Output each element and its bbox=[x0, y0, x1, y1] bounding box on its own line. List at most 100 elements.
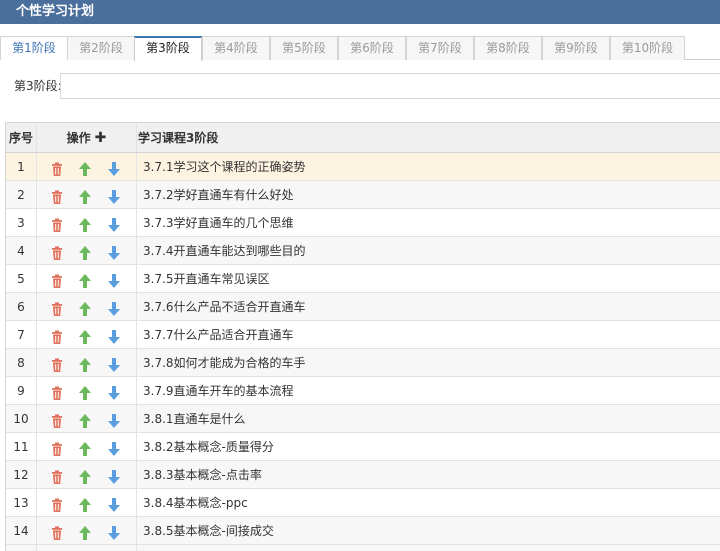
row-ops bbox=[37, 489, 137, 516]
course-grid: 序号 操作 ✚ 学习课程3阶段 1 3.7.1学习这个课程的正确姿势 2 3.7.2学好… bbox=[5, 122, 720, 551]
arrow-up-icon[interactable] bbox=[77, 187, 93, 204]
arrow-down-icon[interactable] bbox=[106, 215, 122, 232]
trash-icon[interactable] bbox=[49, 523, 65, 540]
arrow-up-icon[interactable] bbox=[77, 411, 93, 428]
tab-stage-10[interactable]: 第10阶段 bbox=[610, 36, 685, 60]
row-course-title: 3.8.1直通车是什么 bbox=[143, 412, 246, 426]
row-ops bbox=[37, 545, 137, 551]
arrow-up-icon[interactable] bbox=[77, 159, 93, 176]
arrow-down-icon[interactable] bbox=[106, 243, 122, 260]
trash-icon[interactable] bbox=[49, 355, 65, 372]
row-index: 14 bbox=[6, 517, 37, 544]
row-ops bbox=[37, 265, 137, 292]
tab-stage-4[interactable]: 第4阶段 bbox=[202, 36, 270, 60]
row-ops bbox=[37, 209, 137, 236]
arrow-down-icon[interactable] bbox=[106, 495, 122, 512]
row-course-title: 3.7.8如何才能成为合格的车手 bbox=[143, 356, 306, 370]
table-row[interactable]: 4 3.7.4开直通车能达到哪些目的 bbox=[6, 237, 720, 265]
plus-icon[interactable]: ✚ bbox=[95, 123, 107, 153]
table-row-empty bbox=[6, 545, 720, 551]
arrow-up-icon[interactable] bbox=[77, 523, 93, 540]
row-course-title: 3.7.6什么产品不适合开直通车 bbox=[143, 300, 306, 314]
arrow-up-icon[interactable] bbox=[77, 271, 93, 288]
trash-icon[interactable] bbox=[49, 215, 65, 232]
row-index: 3 bbox=[6, 209, 37, 236]
stage-name-input[interactable] bbox=[60, 73, 720, 99]
tab-stage-8[interactable]: 第8阶段 bbox=[474, 36, 542, 60]
arrow-up-icon[interactable] bbox=[77, 215, 93, 232]
trash-icon[interactable] bbox=[49, 383, 65, 400]
tab-stage-5[interactable]: 第5阶段 bbox=[270, 36, 338, 60]
trash-icon[interactable] bbox=[49, 159, 65, 176]
header-ops-label: 操作 bbox=[66, 131, 91, 145]
arrow-down-icon[interactable] bbox=[106, 299, 122, 316]
row-ops bbox=[37, 517, 137, 544]
row-course-title: 3.7.7什么产品适合开直通车 bbox=[143, 328, 294, 342]
table-row[interactable]: 7 3.7.7什么产品适合开直通车 bbox=[6, 321, 720, 349]
table-row[interactable]: 5 3.7.5开直通车常见误区 bbox=[6, 265, 720, 293]
trash-icon[interactable] bbox=[49, 495, 65, 512]
row-course-title: 3.8.5基本概念-间接成交 bbox=[143, 524, 274, 538]
trash-icon[interactable] bbox=[49, 299, 65, 316]
tab-stage-2[interactable]: 第2阶段 bbox=[67, 36, 135, 60]
trash-icon[interactable] bbox=[49, 187, 65, 204]
stage-name-label: 第3阶段: bbox=[14, 79, 62, 93]
table-row[interactable]: 13 3.8.4基本概念-ppc bbox=[6, 489, 720, 517]
row-course-title: 3.7.2学好直通车有什么好处 bbox=[143, 188, 294, 202]
table-row[interactable]: 8 3.7.8如何才能成为合格的车手 bbox=[6, 349, 720, 377]
arrow-down-icon[interactable] bbox=[106, 523, 122, 540]
table-row[interactable]: 9 3.7.9直通车开车的基本流程 bbox=[6, 377, 720, 405]
table-row[interactable]: 14 3.8.5基本概念-间接成交 bbox=[6, 517, 720, 545]
arrow-up-icon[interactable] bbox=[77, 467, 93, 484]
trash-icon[interactable] bbox=[49, 467, 65, 484]
table-row[interactable]: 6 3.7.6什么产品不适合开直通车 bbox=[6, 293, 720, 321]
row-course-title: 3.8.3基本概念-点击率 bbox=[143, 468, 262, 482]
row-ops bbox=[37, 153, 137, 180]
table-row[interactable]: 2 3.7.2学好直通车有什么好处 bbox=[6, 181, 720, 209]
row-ops bbox=[37, 321, 137, 348]
row-ops bbox=[37, 405, 137, 432]
tab-stage-6[interactable]: 第6阶段 bbox=[338, 36, 406, 60]
tab-stage-1[interactable]: 第1阶段 bbox=[0, 36, 68, 60]
row-ops bbox=[37, 349, 137, 376]
row-index: 12 bbox=[6, 461, 37, 488]
arrow-down-icon[interactable] bbox=[106, 383, 122, 400]
arrow-down-icon[interactable] bbox=[106, 327, 122, 344]
arrow-down-icon[interactable] bbox=[106, 355, 122, 372]
trash-icon[interactable] bbox=[49, 439, 65, 456]
row-index bbox=[6, 545, 37, 551]
arrow-down-icon[interactable] bbox=[106, 439, 122, 456]
arrow-down-icon[interactable] bbox=[106, 467, 122, 484]
arrow-up-icon[interactable] bbox=[77, 299, 93, 316]
table-row[interactable]: 12 3.8.3基本概念-点击率 bbox=[6, 461, 720, 489]
arrow-down-icon[interactable] bbox=[106, 411, 122, 428]
trash-icon[interactable] bbox=[49, 271, 65, 288]
arrow-up-icon[interactable] bbox=[77, 243, 93, 260]
arrow-up-icon[interactable] bbox=[77, 495, 93, 512]
trash-icon[interactable] bbox=[49, 327, 65, 344]
trash-icon[interactable] bbox=[49, 243, 65, 260]
grid-header-row: 序号 操作 ✚ 学习课程3阶段 bbox=[6, 123, 720, 153]
trash-icon[interactable] bbox=[49, 411, 65, 428]
table-row[interactable]: 1 3.7.1学习这个课程的正确姿势 bbox=[6, 153, 720, 181]
row-index: 7 bbox=[6, 321, 37, 348]
arrow-up-icon[interactable] bbox=[77, 327, 93, 344]
tab-stage-7[interactable]: 第7阶段 bbox=[406, 36, 474, 60]
row-ops bbox=[37, 237, 137, 264]
row-index: 2 bbox=[6, 181, 37, 208]
arrow-down-icon[interactable] bbox=[106, 187, 122, 204]
row-index: 5 bbox=[6, 265, 37, 292]
arrow-up-icon[interactable] bbox=[77, 355, 93, 372]
tab-stage-3[interactable]: 第3阶段 bbox=[134, 36, 202, 61]
arrow-up-icon[interactable] bbox=[77, 383, 93, 400]
row-course-title: 3.7.9直通车开车的基本流程 bbox=[143, 384, 294, 398]
table-row[interactable]: 10 3.8.1直通车是什么 bbox=[6, 405, 720, 433]
table-row[interactable]: 11 3.8.2基本概念-质量得分 bbox=[6, 433, 720, 461]
arrow-down-icon[interactable] bbox=[106, 271, 122, 288]
arrow-up-icon[interactable] bbox=[77, 439, 93, 456]
arrow-down-icon[interactable] bbox=[106, 159, 122, 176]
tab-stage-9[interactable]: 第9阶段 bbox=[542, 36, 610, 60]
table-row[interactable]: 3 3.7.3学好直通车的几个思维 bbox=[6, 209, 720, 237]
row-course-title: 3.7.4开直通车能达到哪些目的 bbox=[143, 244, 306, 258]
header-index: 序号 bbox=[6, 123, 37, 152]
